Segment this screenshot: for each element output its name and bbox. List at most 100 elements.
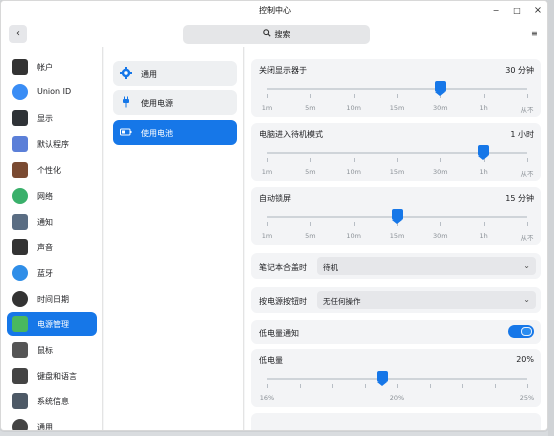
general-icon [12, 419, 28, 430]
standby-slider-handle[interactable] [478, 145, 490, 160]
account-icon [12, 59, 28, 75]
sidebar-item-9[interactable]: 时间日期 [7, 287, 97, 311]
sidebar-item-label: 电源管理 [37, 320, 69, 329]
sidebar-item-label: 帐户 [37, 63, 53, 72]
slider-tick-mark [267, 158, 268, 162]
standby-tick-labels: 1m 5m 10m 15m 30m 1h 从不 [262, 168, 534, 178]
subnav-item-general[interactable]: 通用 [113, 61, 237, 86]
search-icon [262, 25, 271, 44]
slider-tick-label: 10m [346, 104, 361, 112]
sidebar-item-4[interactable]: 个性化 [7, 158, 97, 182]
back-button[interactable]: ‹ [9, 25, 27, 43]
sound-icon [12, 239, 28, 255]
slider-tick-mark [429, 384, 431, 388]
slider-tick-mark [267, 222, 268, 226]
monitor-off-title: 关闭显示器于 [259, 66, 307, 75]
menu-button[interactable]: ≡ [531, 29, 538, 38]
sidebar-item-11[interactable]: 鼠标 [7, 338, 97, 362]
slider-tick-label: 15m [389, 168, 405, 176]
sidebar-item-2[interactable]: 显示 [7, 106, 97, 130]
settings-panel: 关闭显示器于 30 分钟 1m 5m 10m 15m 30m 1h 从不 电脑进入待机模式 … [245, 47, 547, 430]
low-battery-slider-track[interactable] [267, 378, 527, 380]
control-center-window: 控制中心 − □ × ‹ 搜索 ≡ 帐户 Union ID 显示 默认程序 个性化 网络通… [0, 0, 548, 431]
sidebar-item-label: 蓝牙 [37, 269, 53, 278]
power-button-row: 按电源按钮时 无任何操作 ⌄ [251, 287, 541, 313]
clock-icon [12, 291, 28, 307]
sidebar-item-5[interactable]: 网络 [7, 184, 97, 208]
subnav-item-plugged-in[interactable]: 使用电源 [113, 90, 237, 115]
slider-tick-mark [527, 94, 528, 98]
sidebar-item-14[interactable]: 通用 [7, 415, 97, 431]
default-apps-icon [12, 136, 28, 152]
low-battery-notify-toggle[interactable] [508, 325, 534, 338]
maximize-button[interactable]: □ [511, 5, 523, 17]
power-icon [12, 316, 28, 332]
low-battery-ticks [267, 384, 528, 389]
sidebar-item-12[interactable]: 键盘和语言 [7, 364, 97, 388]
slider-tick-label: 30m [433, 232, 448, 240]
slider-tick-label: 15m [389, 232, 405, 240]
low-battery-notify-label: 低电量通知 [259, 329, 299, 338]
monitor-off-ticks [267, 94, 528, 99]
slider-tick-mark [267, 94, 268, 98]
slider-tick-mark [353, 158, 355, 162]
plug-icon [120, 96, 132, 108]
chevron-down-icon: ⌄ [523, 261, 530, 270]
window-title: 控制中心 [259, 6, 291, 15]
slider-tick-label: 25% [519, 394, 535, 402]
slider-tick-label: 从不 [520, 234, 534, 242]
low-battery-tick-labels: 16% 20% 25% [260, 394, 534, 404]
lid-close-selected: 待机 [323, 263, 338, 272]
cloud-icon [12, 84, 28, 100]
sidebar-item-label: 鼠标 [37, 346, 53, 355]
sidebar: 帐户 Union ID 显示 默认程序 个性化 网络通知声音蓝牙时间日期电源管理鼠标键盘和… [1, 47, 103, 431]
slider-tick-mark [494, 384, 496, 388]
subnav-item-on-battery[interactable]: 使用电池 [113, 120, 237, 145]
auto-lock-tick-labels: 1m 5m 10m 15m 30m 1h 从不 [262, 232, 534, 242]
monitor-off-slider-handle[interactable] [434, 81, 446, 96]
sidebar-item-label: 时间日期 [37, 295, 69, 304]
display-icon [12, 110, 28, 126]
bluetooth-icon [12, 265, 28, 281]
low-battery-title: 低电量 [259, 356, 283, 365]
system-info-icon [12, 393, 28, 409]
low-battery-slider-handle[interactable] [377, 371, 389, 386]
slider-tick-label: 1h [479, 104, 488, 112]
auto-lock-slider-handle[interactable] [391, 209, 403, 224]
sidebar-item-label: 通知 [37, 218, 53, 227]
low-battery-value: 20% [516, 355, 534, 364]
sidebar-item-6[interactable]: 通知 [7, 210, 97, 234]
minimize-button[interactable]: − [490, 5, 502, 17]
keyboard-icon [12, 368, 28, 384]
slider-tick-mark [397, 384, 398, 388]
search-input[interactable]: 搜索 [183, 25, 370, 44]
slider-tick-label: 5m [305, 104, 316, 112]
battery-icon [120, 126, 132, 138]
standby-value: 1 小时 [510, 130, 534, 139]
search-placeholder: 搜索 [274, 30, 291, 39]
sidebar-item-10[interactable]: 电源管理 [7, 312, 97, 336]
monitor-off-card: 关闭显示器于 30 分钟 1m 5m 10m 15m 30m 1h 从不 [251, 59, 541, 117]
lid-close-select[interactable]: 待机 ⌄ [317, 257, 536, 275]
close-button[interactable]: × [532, 5, 544, 17]
slider-tick-mark [397, 94, 398, 98]
power-button-select[interactable]: 无任何操作 ⌄ [317, 291, 536, 309]
sidebar-item-0[interactable]: 帐户 [7, 55, 97, 79]
monitor-off-slider-track[interactable] [267, 88, 527, 90]
slider-tick-label: 20% [389, 394, 405, 402]
slider-tick-label: 1m [261, 168, 273, 176]
slider-tick-mark [440, 158, 442, 162]
palette-icon [12, 162, 28, 178]
sidebar-item-8[interactable]: 蓝牙 [7, 261, 97, 285]
sidebar-item-label: 通用 [37, 423, 53, 431]
slider-tick-mark [397, 158, 398, 162]
sidebar-item-13[interactable]: 系统信息 [7, 389, 97, 413]
slider-tick-mark [527, 384, 528, 388]
slider-tick-label: 1m [261, 232, 273, 240]
slider-tick-label: 1h [479, 232, 488, 240]
standby-title: 电脑进入待机模式 [259, 130, 323, 139]
sidebar-item-7[interactable]: 声音 [7, 235, 97, 259]
subnav-label: 通用 [141, 70, 157, 79]
sidebar-item-3[interactable]: 默认程序 [7, 132, 97, 156]
sidebar-item-1[interactable]: Union ID [7, 80, 97, 104]
